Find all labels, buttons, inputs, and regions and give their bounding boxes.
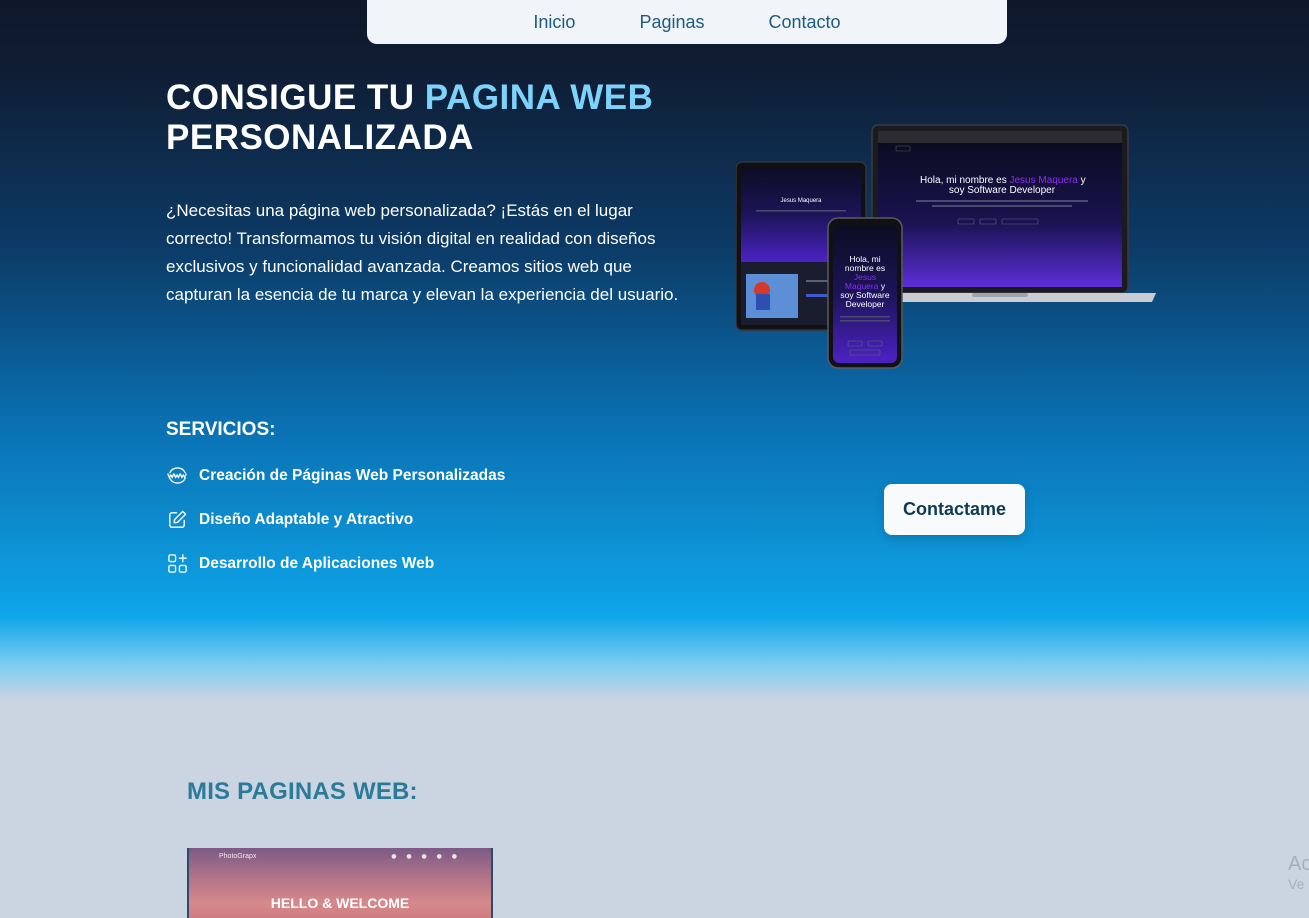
hero-description: ¿Necesitas una página web personalizada?… — [166, 201, 679, 304]
www-icon — [167, 467, 187, 484]
laptop-mockup-role: soy Software Developer — [949, 185, 1056, 196]
apps-add-icon — [168, 554, 187, 573]
contact-button[interactable]: Contactame — [884, 484, 1025, 535]
social-icons: ● ● ● ● ● — [391, 853, 461, 860]
nav-link-paginas[interactable]: Paginas — [639, 12, 704, 33]
service-label: Diseño Adaptable y Atractivo — [199, 510, 414, 528]
project-card[interactable]: PhotoGrapx ● ● ● ● ● HELLO & WELCOME — [187, 848, 493, 918]
services-title: SERVICIOS: — [166, 419, 276, 440]
hero-title: CONSIGUE TU PAGINA WEB PERSONALIZADA — [166, 78, 706, 158]
service-item-custom-pages: Creación de Páginas Web Personalizadas — [166, 464, 505, 487]
project-card-logo: PhotoGrapx — [219, 853, 257, 860]
service-item-adaptive-design: Diseño Adaptable y Atractivo — [166, 508, 413, 531]
devices-mockup-image: Hola, mi nombre es Jesus Maquera y soy S… — [735, 122, 1160, 372]
top-navbar: Inicio Paginas Contacto — [367, 0, 1007, 44]
watermark-line1: Ac — [1288, 853, 1309, 875]
projects-section-title: MIS PAGINAS WEB: — [187, 778, 418, 805]
laptop-greeting-suffix: y — [1078, 175, 1086, 186]
devices-mockup-svg: Hola, mi nombre es Jesus Maquera y soy S… — [735, 124, 1156, 369]
nav-link-inicio[interactable]: Inicio — [533, 12, 575, 33]
hero-title-accent: PAGINA WEB — [424, 78, 654, 117]
service-label: Desarrollo de Aplicaciones Web — [199, 554, 435, 572]
activation-watermark: Ac Ve — [1288, 852, 1309, 893]
phone-mockup: Hola, mi nombre es Jesus Maquera y soy S… — [827, 217, 903, 369]
tablet-mockup-name: Jesus Maquera — [780, 198, 822, 204]
project-card-heading: HELLO & WELCOME — [270, 895, 410, 911]
svg-text:Developer: Developer — [846, 299, 885, 309]
pencil-square-icon — [169, 510, 187, 528]
watermark-line2: Ve — [1288, 876, 1305, 892]
service-label: Creación de Páginas Web Personalizadas — [199, 466, 506, 484]
nav-link-contacto[interactable]: Contacto — [769, 12, 841, 33]
service-item-web-apps: Desarrollo de Aplicaciones Web — [166, 552, 434, 575]
hero-title-part1: CONSIGUE TU — [166, 78, 425, 117]
hero-title-part2: PERSONALIZADA — [166, 118, 474, 157]
